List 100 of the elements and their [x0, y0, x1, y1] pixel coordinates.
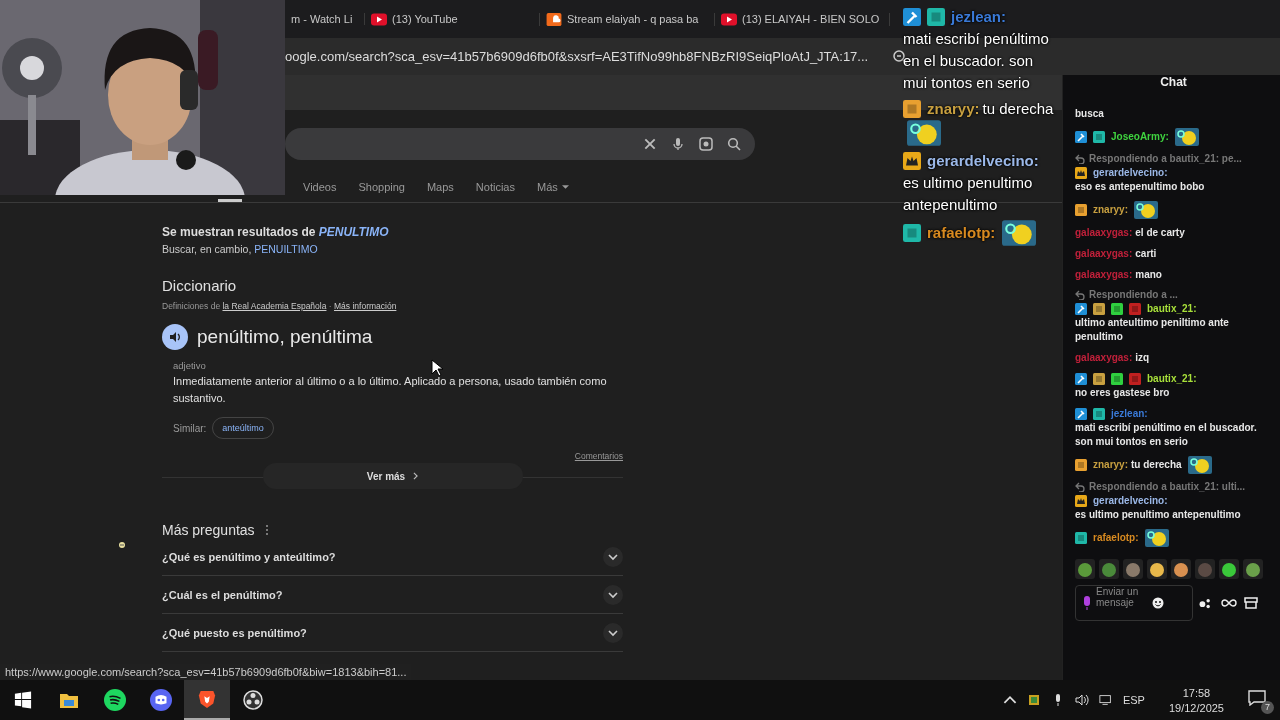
notification-badge: 7	[1261, 701, 1274, 714]
emote-icon[interactable]	[1123, 559, 1143, 579]
search-tab[interactable]: Maps	[426, 181, 454, 193]
clock-date[interactable]: 19/12/2025	[1168, 701, 1224, 714]
game-controller-icon	[150, 689, 172, 711]
more-button[interactable]: Ver más	[262, 463, 523, 489]
badge-icon	[1129, 373, 1141, 385]
chat-username[interactable]: bautix_21:	[1147, 302, 1197, 316]
circles-icon	[243, 690, 263, 710]
badge-icon	[1075, 532, 1087, 544]
badge-icon	[903, 224, 921, 242]
chat-message-text: es ultimo penultimo antepenultimo	[903, 173, 1034, 215]
emoji-icon[interactable]	[1152, 597, 1164, 609]
chat-username[interactable]: znaryy:	[1093, 203, 1128, 217]
search-tab[interactable]: Más	[536, 181, 558, 193]
search-tab[interactable]: Videos	[303, 181, 337, 193]
emote-icon[interactable]	[1219, 559, 1239, 579]
chat-title: Chat	[1160, 75, 1187, 91]
chat-input[interactable]: Enviar un mensaje	[1075, 585, 1193, 621]
chat-message-text: busca	[1075, 107, 1105, 121]
chat-message-text: mati escribí penúltimo en el buscador. son mui tontos en serio	[1075, 421, 1258, 449]
question-row[interactable]: ¿Qué es penúltimo y anteúltimo?	[162, 538, 623, 576]
spelling-notice: Se muestran resultados de PENULTIMO	[162, 225, 390, 239]
emote-icon[interactable]	[1243, 559, 1263, 579]
original-term-link[interactable]: PENUILTIMO	[254, 243, 318, 255]
badge-icon	[903, 8, 921, 26]
feedback-link[interactable]: Comentarios	[574, 451, 623, 461]
question-row[interactable]: ¿Qué puesto es penúltimo?	[162, 614, 623, 652]
badge-icon	[1075, 131, 1087, 143]
chevron-up-icon[interactable]	[1002, 694, 1017, 706]
badge-icon	[1075, 303, 1087, 315]
badge-icon	[1129, 303, 1141, 315]
notification-icon[interactable]	[1248, 690, 1266, 706]
corrected-term-link[interactable]: PENULTIMO	[318, 225, 389, 239]
search-tab[interactable]: Noticias	[475, 181, 515, 193]
microphone-icon[interactable]	[671, 137, 685, 151]
chat-username: rafaelotp:	[927, 223, 996, 243]
chevron-right-icon	[413, 472, 419, 480]
chat-username[interactable]: rafaelotp:	[1093, 531, 1139, 545]
language-indicator[interactable]: ESP	[1122, 694, 1145, 706]
chat-username[interactable]: znaryy:	[1093, 458, 1128, 472]
speaker-icon	[169, 331, 181, 343]
chat-username: gerardelvecino:	[927, 151, 1039, 171]
source-link[interactable]: la Real Academia Española	[222, 301, 327, 311]
chat-username[interactable]: jezlean:	[1111, 407, 1148, 421]
emote-icon[interactable]	[1171, 559, 1191, 579]
browser-tab[interactable]: Stream elaiyah - q pasa ba	[540, 12, 715, 26]
badge-icon	[1093, 131, 1105, 143]
source-line: Definiciones de la Real Academia Española · Más información	[162, 301, 398, 311]
speaker-button[interactable]	[162, 324, 188, 350]
start-icon	[14, 691, 32, 709]
badge-icon	[1093, 303, 1105, 315]
address-bar[interactable]: oogle.com/search?sca_esv=41b57b6909d6fb0f&sxsrf=AE3TifNo99hb8FNBzRI9SeiqPloAtJ_JTA:17...	[285, 49, 879, 64]
badge-icon	[1111, 373, 1123, 385]
badge-icon	[903, 100, 921, 118]
info-link[interactable]: Más información	[334, 301, 397, 311]
badge-icon	[1075, 167, 1087, 179]
store-icon[interactable]	[1243, 597, 1259, 609]
search-tab[interactable]: Shopping	[358, 181, 405, 193]
cloud-icon	[546, 12, 562, 26]
network-icon[interactable]	[1098, 694, 1113, 706]
emote-icon[interactable]	[1099, 559, 1119, 579]
chat-message-text: izq	[1135, 351, 1150, 365]
chat-username[interactable]: bautix_21:	[1147, 372, 1197, 386]
chat-message-text: tu derecha	[982, 99, 1054, 119]
more-options-icon[interactable]	[264, 524, 269, 536]
sound-waves-icon	[104, 689, 126, 711]
headword: penúltimo, penúltima	[197, 326, 373, 348]
search-field[interactable]	[285, 128, 755, 160]
reply-context: Respondiendo a ...	[1089, 289, 1178, 300]
mouse-pointer-icon	[431, 359, 443, 377]
emote-icon[interactable]	[1075, 559, 1095, 579]
question-row[interactable]: ¿Cuál es el penúltimo?	[162, 576, 623, 614]
badge-icon	[1075, 204, 1087, 216]
chat-message-text: eso es antepenultimo bobo	[1075, 180, 1205, 194]
chat-message-text: el de carty	[1135, 226, 1185, 240]
badge-icon	[1111, 303, 1123, 315]
chat-username[interactable]: JoseoArmy:	[1111, 130, 1169, 144]
volume-icon[interactable]	[1074, 694, 1089, 706]
camera-icon[interactable]	[699, 137, 713, 151]
chat-message-text: carti	[1135, 247, 1157, 261]
chat-username[interactable]: gerardelvecino:	[1093, 166, 1168, 180]
folder-icon	[59, 691, 79, 709]
search-icon[interactable]	[727, 137, 741, 151]
chat-message-text: es ultimo penultimo antepenultimo	[1075, 508, 1241, 522]
chat-message-text: ultimo anteultimo peniltimo ante penultimo	[1075, 316, 1230, 344]
chat-username[interactable]: gerardelvecino:	[1093, 494, 1168, 508]
badge-icon	[927, 8, 945, 26]
section-title: Más preguntas	[162, 522, 255, 538]
infinity-icon[interactable]	[1221, 597, 1237, 609]
browser-tab[interactable]: (13) ELAIYAH - BIEN SOLO	[715, 12, 890, 26]
reply-icon	[1075, 289, 1085, 300]
clock-time[interactable]: 17:58	[1182, 686, 1211, 699]
message-input[interactable]: Enviar un mensaje	[1096, 586, 1148, 620]
emote-icon[interactable]	[1147, 559, 1167, 579]
part-of-speech: adjetivo	[173, 360, 206, 371]
browser-tab[interactable]: (13) YouTube	[365, 12, 540, 26]
badge-icon	[1093, 408, 1105, 420]
close-icon[interactable]	[643, 137, 657, 151]
badge-icon	[1075, 408, 1087, 420]
